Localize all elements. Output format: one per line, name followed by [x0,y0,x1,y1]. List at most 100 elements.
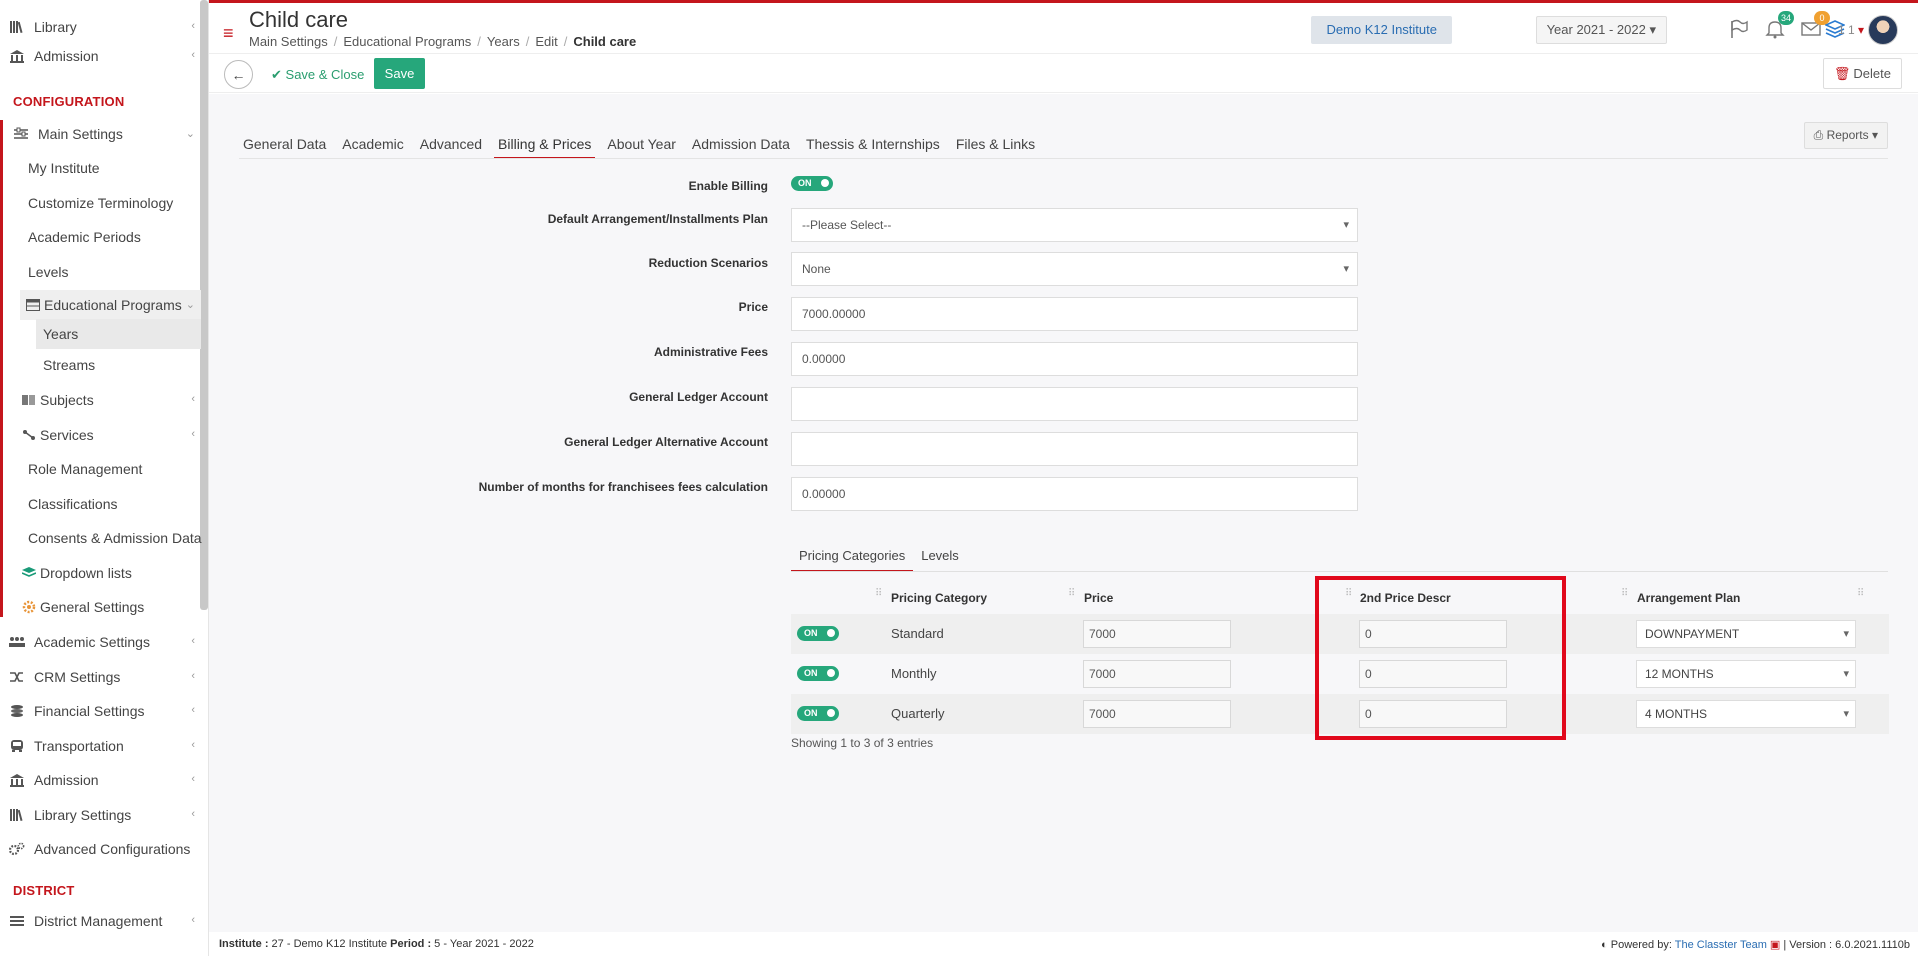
sidebar-item-academic-periods[interactable]: Academic Periods [0,222,201,252]
caret-down-icon: ▾ [1857,23,1864,37]
column-drag-icon[interactable]: ⠿ [1857,588,1864,599]
column-drag-icon[interactable]: ⠿ [875,588,882,599]
footer-version: | Version : 6.0.2021.1110b [1783,939,1910,951]
hamburger-menu-icon[interactable]: ≡ [223,23,234,44]
sidebar-item-financial-settings[interactable]: Financial Settings ‹ [0,696,201,726]
price-field[interactable]: 7000.00000 [791,297,1358,331]
toolbar: ← ✔ Save & Close Save 🗑 Delete [209,53,1918,93]
sidebar-item-admission-2[interactable]: Admission ‹ [0,765,201,795]
breadcrumb-item[interactable]: Years [487,34,520,49]
sidebar-item-label: Role Management [28,461,143,477]
bell-icon[interactable]: 34 [1762,11,1794,41]
default-plan-select[interactable]: --Please Select-- [791,208,1358,242]
months-franchise-field[interactable]: 0.00000 [791,477,1358,511]
sidebar-item-role-management[interactable]: Role Management [0,454,201,484]
classter-team-link[interactable]: The Classter Team [1675,939,1767,951]
tab-files-links[interactable]: Files & Links [952,129,1039,159]
tab-levels[interactable]: Levels [913,540,967,572]
price-cell-input[interactable]: 7000 [1083,700,1231,728]
row-active-toggle[interactable]: ON [797,666,839,681]
sidebar-item-my-institute[interactable]: My Institute [0,153,201,183]
layers-icon [20,564,38,582]
save-button[interactable]: Save [374,58,425,89]
arrangement-plan-select[interactable]: 12 MONTHS [1636,660,1856,688]
tab-academic[interactable]: Academic [338,129,407,159]
breadcrumb-item[interactable]: Edit [535,34,557,49]
arrangement-plan-select[interactable]: DOWNPAYMENT [1636,620,1856,648]
enable-billing-toggle[interactable]: ON [791,176,833,191]
arrangement-plan-select[interactable]: 4 MONTHS [1636,700,1856,728]
sidebar-item-label: Classifications [28,496,118,512]
sidebar-item-classifications[interactable]: Classifications [0,489,201,519]
sidebar-item-general-settings[interactable]: General Settings [0,592,201,622]
column-drag-icon[interactable]: ⠿ [1068,588,1075,599]
sidebar-item-educational-programs[interactable]: Educational Programs ⌄ [20,290,201,320]
check-icon: ✔ [271,67,282,82]
sidebar-item-advanced-configurations[interactable]: Advanced Configurations [0,834,201,864]
tab-billing-prices[interactable]: Billing & Prices [494,129,596,159]
column-drag-icon[interactable]: ⠿ [1621,588,1628,599]
breadcrumb-item[interactable]: Educational Programs [343,34,471,49]
institute-button[interactable]: Demo K12 Institute [1311,16,1452,44]
subtab-divider [791,571,1888,572]
tab-about-year[interactable]: About Year [603,129,680,159]
column-header-pricing-category[interactable]: Pricing Category [891,591,987,605]
price-cell-input[interactable]: 7000 [1083,660,1231,688]
sidebar-item-subjects[interactable]: Subjects ‹ [0,385,201,415]
library-icon [6,806,28,824]
sidebar-item-dropdown-lists[interactable]: Dropdown lists [0,558,201,588]
reduction-select[interactable]: None [791,252,1358,286]
delete-button[interactable]: 🗑 Delete [1822,58,1902,89]
sidebar: Library ‹ Admission ‹ CONFIGURATION Main… [0,0,209,956]
avatar[interactable] [1868,15,1898,45]
tab-thessis-internships[interactable]: Thessis & Internships [802,129,944,159]
sidebar-item-library[interactable]: Library ‹ [0,12,201,42]
sidebar-item-levels[interactable]: Levels [0,257,201,287]
footer-period-label: Period : [390,938,432,950]
admin-fees-label: Administrative Fees [653,345,768,359]
sidebar-item-academic-settings[interactable]: Academic Settings ‹ [0,627,201,657]
year-select-value: Year 2021 - 2022 [1546,22,1646,37]
back-button[interactable]: ← [224,60,253,89]
footer: Institute : 27 - Demo K12 Institute Peri… [209,932,1918,956]
sidebar-scrollbar[interactable] [200,0,208,610]
tab-pricing-categories[interactable]: Pricing Categories [791,540,914,572]
tab-general-data[interactable]: General Data [239,129,330,159]
reports-button[interactable]: ⎙ Reports ▾ [1803,122,1888,149]
pricing-category-cell: Standard [891,626,944,641]
sidebar-item-label: My Institute [28,160,100,176]
envelope-icon[interactable]: 0 [1798,11,1830,41]
chevron-left-icon: ‹ [191,393,195,405]
admin-fees-field[interactable]: 0.00000 [791,342,1358,376]
sidebar-item-transportation[interactable]: Transportation ‹ [0,731,201,761]
sidebar-item-customize-terminology[interactable]: Customize Terminology [0,188,201,218]
save-close-button[interactable]: ✔ Save & Close [267,59,368,90]
user-menu[interactable]: 1 1 ▾ [1838,23,1864,37]
row-active-toggle[interactable]: ON [797,706,839,721]
section-heading-configuration: CONFIGURATION [13,94,125,109]
row-active-toggle[interactable]: ON [797,626,839,641]
price-cell-input[interactable]: 7000 [1083,620,1231,648]
gear-icon [20,598,38,616]
gl-alt-account-field[interactable] [791,432,1358,466]
column-header-arrangement-plan[interactable]: Arrangement Plan [1637,591,1740,605]
column-header-price[interactable]: Price [1084,591,1113,605]
gl-account-field[interactable] [791,387,1358,421]
sidebar-item-main-settings[interactable]: Main Settings ⌄ [0,119,201,149]
sidebar-item-crm-settings[interactable]: CRM Settings ‹ [0,662,201,692]
sidebar-item-admission[interactable]: Admission ‹ [0,41,201,71]
book-icon [20,391,38,409]
breadcrumb-item[interactable]: Main Settings [249,34,328,49]
gl-account-label: General Ledger Account [629,390,768,404]
sidebar-item-library-settings[interactable]: Library Settings ‹ [0,800,201,830]
tab-advanced[interactable]: Advanced [416,129,486,159]
sidebar-item-district-management[interactable]: District Management ‹ [0,906,201,936]
sidebar-item-years[interactable]: Years [36,319,201,349]
sidebar-item-streams[interactable]: Streams [0,350,201,380]
year-select[interactable]: Year 2021 - 2022 ▾ [1535,16,1667,44]
sidebar-item-consents-admission-data[interactable]: Consents & Admission Data [0,523,202,553]
sidebar-item-services[interactable]: Services ‹ [0,420,201,450]
flag-icon[interactable] [1726,17,1752,41]
tab-admission-data[interactable]: Admission Data [688,129,794,159]
user-label: 1 1 [1837,23,1855,37]
